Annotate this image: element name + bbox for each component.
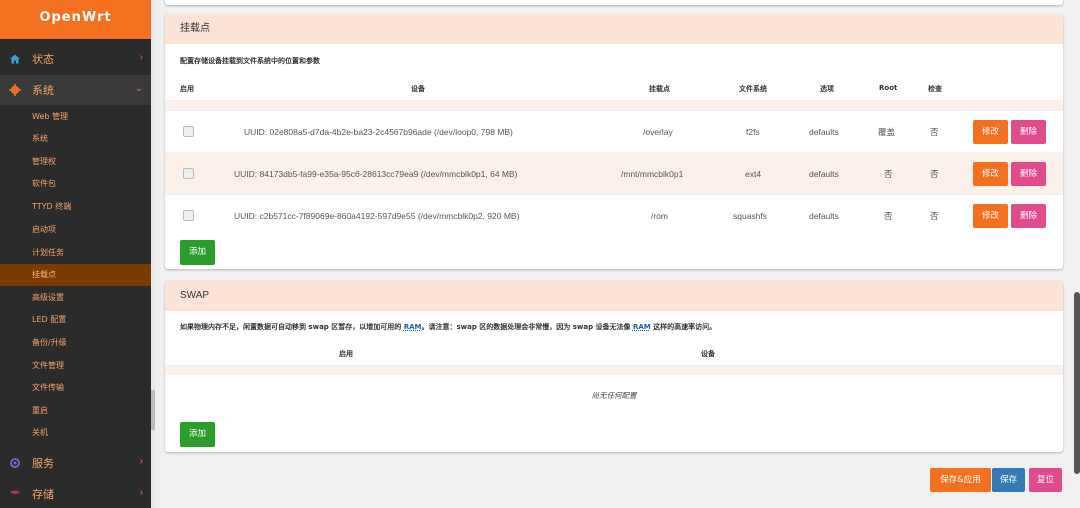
row-mountpoint: /rom bbox=[651, 211, 668, 221]
submenu-ttyd[interactable]: TTYD 终端 bbox=[0, 196, 151, 218]
row-filesystem: f2fs bbox=[746, 127, 760, 137]
mount-description: 配置存储设备挂载到文件系统中的位置和参数 bbox=[180, 57, 320, 65]
row-options: defaults bbox=[809, 127, 839, 137]
swap-card: SWAP 如果物理内存不足，闲置数据可自动移到 swap 区暂存，以增加可用的 … bbox=[165, 281, 1063, 452]
mount-title: 挂载点 bbox=[165, 14, 1063, 44]
row-root: 否 bbox=[884, 211, 893, 221]
submenu-cron[interactable]: 计划任务 bbox=[0, 242, 151, 264]
row-device: UUID: c2b571cc-7f89069e-860a4192-597d9e5… bbox=[234, 211, 520, 221]
row-options: defaults bbox=[809, 211, 839, 221]
swap-description-text: 。请注意：swap 区的数据处理会非常慢，因为 swap 设备无法像 bbox=[421, 323, 633, 331]
save-apply-button[interactable]: 保存&应用 bbox=[930, 468, 991, 492]
swap-description-text: 这样的高速率访问。 bbox=[650, 323, 717, 331]
table-row: UUID: c2b571cc-7f89069e-860a4192-597d9e5… bbox=[165, 194, 1063, 236]
add-swap-button[interactable]: 添加 bbox=[180, 422, 215, 447]
page-scrollbar-thumb[interactable] bbox=[1074, 292, 1080, 474]
table-row: UUID: 84173db5-fa99-e35a-95c6-28613cc79e… bbox=[165, 152, 1063, 194]
sidebar-item-label: 服务 bbox=[32, 458, 54, 470]
row-check: 否 bbox=[930, 127, 939, 137]
submenu-filetransfer[interactable]: 文件传输 bbox=[0, 377, 151, 399]
save-button[interactable]: 保存 bbox=[992, 468, 1025, 492]
empty-message: 尚无任何配置 bbox=[591, 391, 637, 400]
sidebar-item-label: 系统 bbox=[32, 85, 54, 97]
previous-card bbox=[165, 0, 1063, 5]
submenu-admin[interactable]: 管理权 bbox=[0, 151, 151, 173]
ram-abbr: RAM bbox=[403, 323, 422, 331]
enable-checkbox[interactable] bbox=[183, 126, 194, 137]
sidebar-item-status[interactable]: 状态 › bbox=[0, 44, 151, 74]
header-mountpoint: 挂载点 bbox=[649, 85, 670, 93]
row-check: 否 bbox=[930, 211, 939, 221]
header-check: 检查 bbox=[928, 85, 942, 93]
edit-button[interactable]: 修改 bbox=[973, 204, 1008, 228]
row-mountpoint: /overlay bbox=[643, 127, 673, 137]
swap-title: SWAP bbox=[165, 281, 1063, 311]
delete-button[interactable]: 删除 bbox=[1011, 162, 1046, 186]
submenu-reboot[interactable]: 重启 bbox=[0, 400, 151, 422]
mount-card: 挂载点 配置存储设备挂载到文件系统中的位置和参数 启用 设备 挂载点 文件系统 … bbox=[165, 14, 1063, 269]
edit-button[interactable]: 修改 bbox=[973, 120, 1008, 144]
submenu-backup[interactable]: 备份/升级 bbox=[0, 332, 151, 354]
row-device: UUID: 84173db5-fa99-e35a-95c6-28613cc79e… bbox=[234, 169, 518, 179]
header-enable: 启用 bbox=[180, 85, 194, 93]
submenu-system[interactable]: 系统 bbox=[0, 128, 151, 150]
swap-header-device: 设备 bbox=[701, 350, 715, 358]
row-options: defaults bbox=[809, 169, 839, 179]
brand-logo[interactable]: OpenWrt bbox=[0, 0, 151, 39]
services-icon bbox=[8, 456, 22, 470]
storage-icon bbox=[8, 487, 22, 501]
reset-button[interactable]: 复位 bbox=[1029, 468, 1062, 492]
submenu-filemanager[interactable]: 文件管理 bbox=[0, 355, 151, 377]
swap-header-enable: 启用 bbox=[339, 350, 353, 358]
home-icon bbox=[8, 52, 22, 66]
submenu-led[interactable]: LED 配置 bbox=[0, 309, 151, 331]
sidebar: OpenWrt 状态 › 系统 ⌄ Web 管理 系统 管理权 软件包 TTYD… bbox=[0, 0, 151, 508]
row-filesystem: squashfs bbox=[733, 211, 768, 221]
enable-checkbox[interactable] bbox=[183, 210, 194, 221]
chevron-right-icon: › bbox=[139, 487, 143, 498]
sidebar-item-label: 状态 bbox=[32, 54, 54, 66]
header-spacer bbox=[165, 100, 1063, 110]
header-options: 选项 bbox=[820, 85, 834, 93]
submenu-advanced[interactable]: 高级设置 bbox=[0, 287, 151, 309]
chevron-right-icon: › bbox=[139, 52, 143, 63]
submenu-web-admin[interactable]: Web 管理 bbox=[0, 106, 151, 128]
submenu-software[interactable]: 软件包 bbox=[0, 173, 151, 195]
sidebar-item-label: 存储 bbox=[32, 489, 54, 501]
ram-abbr: RAM bbox=[632, 323, 651, 331]
row-device: UUID: 02e808a5-d7da-4b2e-ba23-2c4567b96a… bbox=[244, 127, 513, 137]
sidebar-item-storage[interactable]: 存储 › bbox=[0, 479, 151, 508]
table-row: UUID: 02e808a5-d7da-4b2e-ba23-2c4567b96a… bbox=[165, 110, 1063, 152]
chevron-right-icon: › bbox=[139, 456, 143, 467]
sidebar-item-system[interactable]: 系统 ⌄ bbox=[0, 75, 151, 105]
row-root: 覆盖 bbox=[878, 127, 896, 137]
chevron-down-icon: ⌄ bbox=[134, 83, 143, 94]
submenu-startup[interactable]: 启动项 bbox=[0, 219, 151, 241]
row-mountpoint: /mnt/mmcblk0p1 bbox=[621, 169, 684, 179]
enable-checkbox[interactable] bbox=[183, 168, 194, 179]
header-device: 设备 bbox=[411, 85, 425, 93]
submenu-mount[interactable]: 挂载点 bbox=[0, 264, 151, 286]
edit-button[interactable]: 修改 bbox=[973, 162, 1008, 186]
swap-description-text: 如果物理内存不足，闲置数据可自动移到 swap 区暂存，以增加可用的 bbox=[180, 323, 404, 331]
gear-icon bbox=[8, 83, 22, 97]
header-spacer bbox=[165, 365, 1063, 375]
row-check: 否 bbox=[930, 169, 939, 179]
row-filesystem: ext4 bbox=[745, 169, 762, 179]
submenu-shutdown[interactable]: 关机 bbox=[0, 422, 151, 444]
swap-description: 如果物理内存不足，闲置数据可自动移到 swap 区暂存，以增加可用的 RAM。请… bbox=[165, 322, 716, 332]
header-root: Root bbox=[879, 84, 898, 92]
delete-button[interactable]: 删除 bbox=[1011, 204, 1046, 228]
row-root: 否 bbox=[884, 169, 893, 179]
main-content: 挂载点 配置存储设备挂载到文件系统中的位置和参数 启用 设备 挂载点 文件系统 … bbox=[155, 0, 1080, 508]
sidebar-item-services[interactable]: 服务 › bbox=[0, 448, 151, 478]
add-mount-button[interactable]: 添加 bbox=[180, 240, 215, 265]
delete-button[interactable]: 删除 bbox=[1011, 120, 1046, 144]
header-filesystem: 文件系统 bbox=[739, 85, 767, 93]
